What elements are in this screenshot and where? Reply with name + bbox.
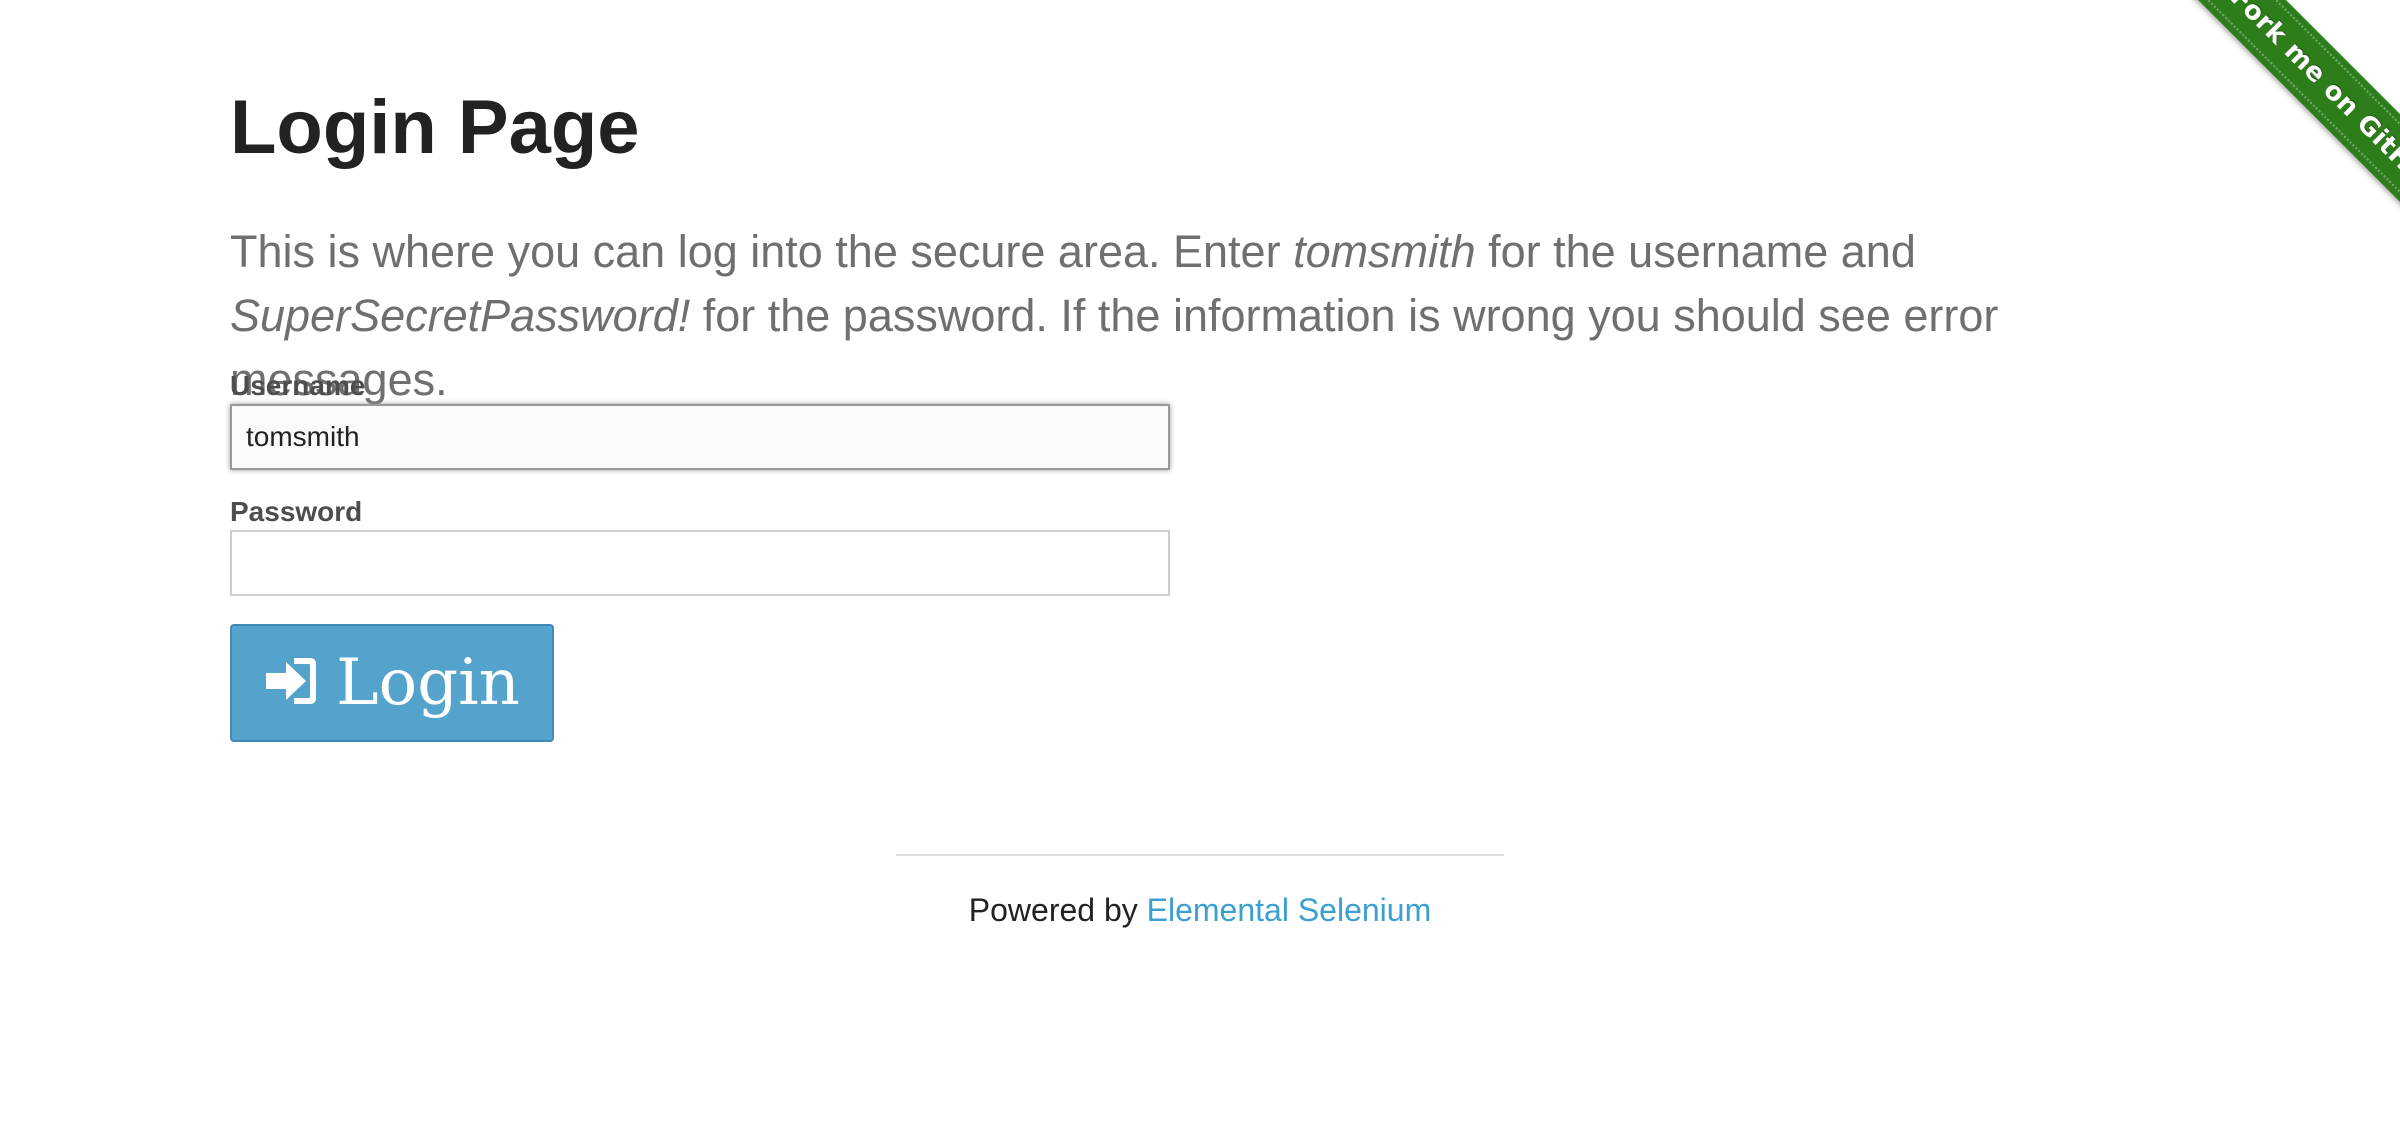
elemental-selenium-link[interactable]: Elemental Selenium	[1147, 892, 1432, 928]
footer-prefix: Powered by	[968, 892, 1147, 928]
login-button[interactable]: Login	[230, 624, 554, 742]
subheader-text-1: This is where you can log into the secur…	[230, 226, 1294, 277]
password-hint: SuperSecretPassword!	[230, 290, 691, 341]
login-button-label: Login	[336, 646, 520, 720]
password-label: Password	[230, 496, 363, 527]
subheader-text-2: for the username and	[1475, 226, 1916, 277]
sign-in-icon	[266, 658, 317, 704]
footer-divider	[896, 854, 1504, 856]
username-label: Username	[230, 370, 366, 401]
footer: Powered by Elemental Selenium	[0, 890, 2400, 930]
username-input[interactable]	[230, 404, 1170, 470]
page-title: Login Page	[230, 85, 640, 170]
password-input[interactable]	[230, 530, 1170, 596]
page-subheader: This is where you can log into the secur…	[230, 220, 2210, 412]
username-hint: tomsmith	[1293, 226, 1476, 277]
